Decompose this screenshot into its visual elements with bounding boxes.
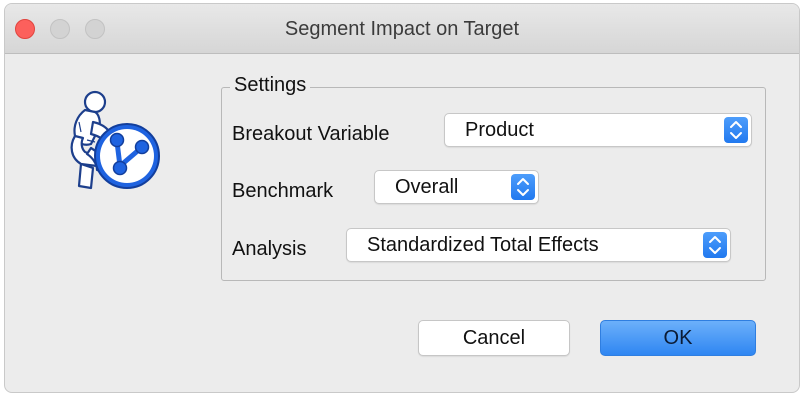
settings-group: Settings Breakout Variable Product Bench… [221,74,766,281]
window-title: Segment Impact on Target [284,18,520,40]
analysis-value: Standardized Total Effects [367,234,599,256]
settings-group-label: Settings [230,74,311,97]
benchmark-value: Overall [395,176,459,198]
breakout-variable-label: Breakout Variable [232,123,390,145]
breakout-variable-value: Product [465,119,534,141]
benchmark-label: Benchmark [232,180,334,202]
analysis-select[interactable]: Standardized Total Effects [346,228,731,262]
analysis-stepper-icon[interactable] [703,232,727,258]
benchmark-select[interactable]: Overall [374,170,539,204]
title-bar[interactable]: Segment Impact on Target [5,4,799,54]
analysis-label: Analysis [232,238,307,260]
benchmark-stepper-icon[interactable] [511,174,535,200]
cancel-button[interactable]: Cancel [418,320,570,356]
thinker-with-path-diagram-icon [70,90,160,190]
ok-button[interactable]: OK [600,320,756,356]
breakout-variable-select[interactable]: Product [444,113,752,147]
dialog-window: Segment Impact on Target Settings Breako… [4,3,800,393]
breakout-variable-stepper-icon[interactable] [724,117,748,143]
